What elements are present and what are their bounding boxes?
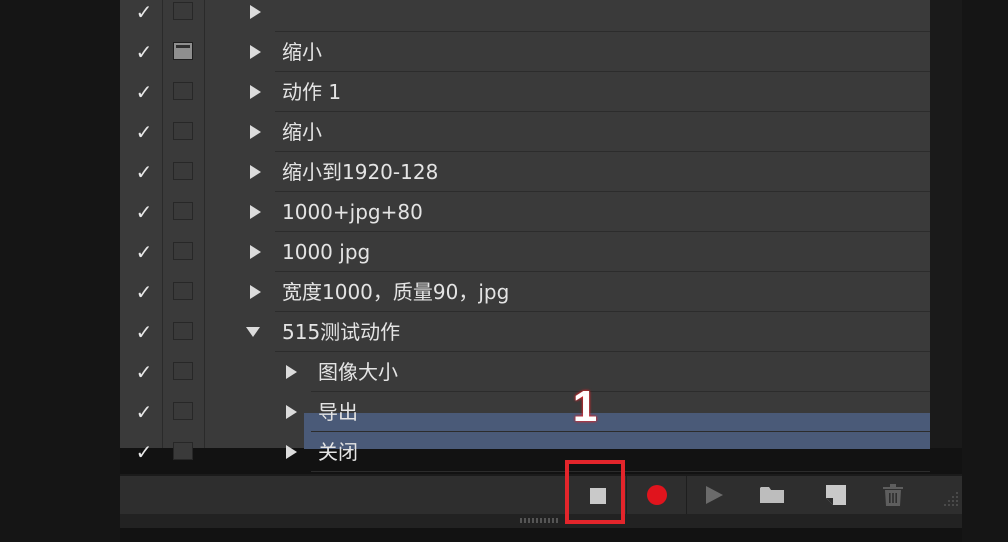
expand-triangle-icon[interactable] [250, 85, 261, 99]
action-label: 缩小 [282, 120, 322, 144]
action-row[interactable]: ✓ 宽度1000，质量90，jpg [120, 272, 930, 312]
toggle-item-checkbox[interactable]: ✓ [132, 161, 156, 183]
toggle-item-checkbox[interactable]: ✓ [132, 361, 156, 383]
folder-icon[interactable] [760, 486, 784, 503]
expand-triangle-icon[interactable] [286, 365, 297, 379]
action-label: 1000+jpg+80 [282, 200, 423, 224]
action-label: 图像大小 [318, 360, 398, 384]
toggle-item-checkbox[interactable]: ✓ [132, 121, 156, 143]
new-action-icon[interactable] [826, 485, 846, 505]
toggle-item-checkbox[interactable]: ✓ [132, 321, 156, 343]
action-label: 缩小到1920-128 [282, 160, 439, 184]
action-row[interactable]: ✓ 缩小到1920-128 [120, 152, 930, 192]
resize-grip-icon[interactable] [520, 518, 560, 523]
toggle-dialog-checkbox[interactable] [173, 82, 193, 100]
action-label: 宽度1000，质量90，jpg [282, 280, 510, 304]
action-label: 导出 [318, 400, 358, 424]
toggle-dialog-checkbox[interactable] [173, 322, 193, 340]
expand-triangle-icon[interactable] [250, 125, 261, 139]
right-background [962, 0, 1008, 542]
toggle-dialog-checkbox[interactable] [173, 202, 193, 220]
toggle-dialog-checkbox[interactable] [173, 362, 193, 380]
toggle-item-checkbox[interactable]: ✓ [132, 81, 156, 103]
action-row[interactable]: ✓ 1000+jpg+80 [120, 192, 930, 232]
toggle-item-checkbox[interactable]: ✓ [132, 201, 156, 223]
collapse-triangle-icon[interactable] [246, 327, 260, 337]
toggle-dialog-checkbox[interactable] [173, 122, 193, 140]
panel-resize-icon[interactable] [940, 490, 960, 508]
toggle-dialog-checkbox[interactable] [173, 242, 193, 260]
expand-triangle-icon[interactable] [250, 285, 261, 299]
scrollbar-track[interactable] [930, 0, 962, 448]
action-row[interactable]: ✓ 导出 [120, 392, 930, 432]
action-row[interactable]: ✓ 1000 jpg [120, 232, 930, 272]
toolbar-divider [686, 476, 687, 514]
annotation-number: 1 [572, 382, 598, 431]
action-row[interactable]: ✓ 缩小 [120, 112, 930, 152]
toggle-dialog-checkbox[interactable] [173, 42, 193, 60]
toggle-item-checkbox[interactable]: ✓ [132, 241, 156, 263]
expand-triangle-icon[interactable] [286, 445, 297, 459]
action-row[interactable]: ✓ 图像大小 [120, 352, 930, 392]
trash-icon[interactable] [882, 484, 904, 506]
action-label: 动作 1 [282, 80, 342, 104]
action-label: 关闭 [318, 440, 358, 464]
toggle-item-checkbox[interactable]: ✓ [132, 401, 156, 423]
left-background [0, 0, 120, 542]
toggle-dialog-checkbox[interactable] [173, 442, 193, 460]
expand-triangle-icon[interactable] [250, 45, 261, 59]
toggle-dialog-checkbox[interactable] [173, 2, 193, 20]
toggle-item-checkbox[interactable]: ✓ [132, 1, 156, 23]
action-row[interactable]: ✓ 515测试动作 [120, 312, 930, 352]
expand-triangle-icon[interactable] [286, 405, 297, 419]
toolbar-divider [626, 476, 627, 514]
toggle-dialog-checkbox[interactable] [173, 162, 193, 180]
expand-triangle-icon[interactable] [250, 205, 261, 219]
record-icon[interactable] [647, 485, 667, 505]
expand-triangle-icon[interactable] [250, 245, 261, 259]
toggle-dialog-checkbox[interactable] [173, 402, 193, 420]
toggle-item-checkbox[interactable]: ✓ [132, 281, 156, 303]
action-row[interactable]: ✓ 关闭 [120, 432, 930, 472]
toggle-dialog-checkbox[interactable] [173, 282, 193, 300]
action-row[interactable]: ✓ 动作 1 [120, 72, 930, 112]
play-icon[interactable] [706, 486, 723, 504]
highlight-box [565, 460, 625, 524]
toggle-item-checkbox[interactable]: ✓ [132, 441, 156, 463]
toggle-item-checkbox[interactable]: ✓ [132, 41, 156, 63]
expand-triangle-icon[interactable] [250, 5, 261, 19]
action-label: 缩小 [282, 40, 322, 64]
action-label: 515测试动作 [282, 320, 401, 344]
expand-triangle-icon[interactable] [250, 165, 261, 179]
action-row[interactable]: ✓ [120, 0, 930, 32]
action-label: 1000 jpg [282, 240, 371, 264]
action-row[interactable]: ✓ 缩小 [120, 32, 930, 72]
